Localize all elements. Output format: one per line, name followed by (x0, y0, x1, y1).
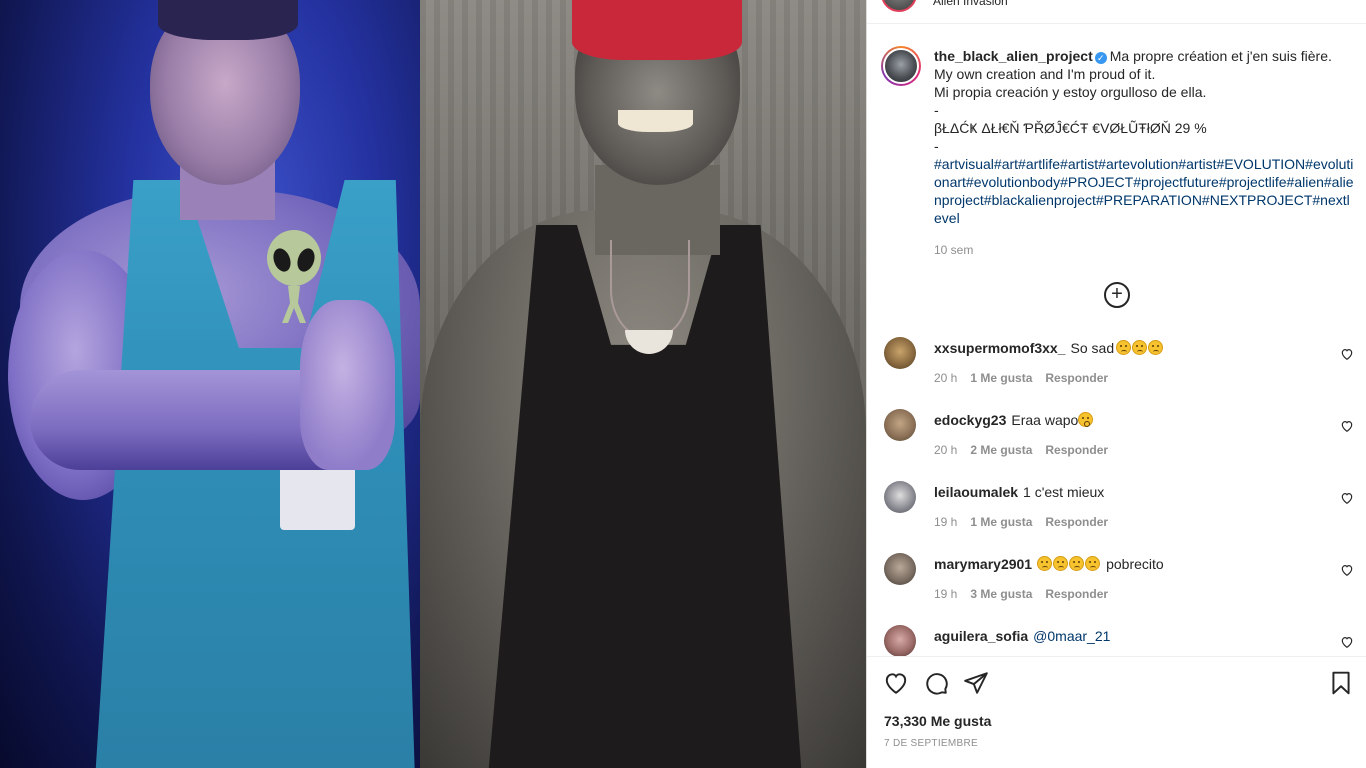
heart-icon[interactable] (1340, 419, 1354, 433)
comment-time: 20 h (934, 371, 958, 385)
caption-line: - (934, 138, 939, 154)
comment-text: Eraa wapo (1011, 412, 1079, 428)
comment-item: xxsupermomof3xx_ So sad 20 h 1 Me gusta Res… (867, 337, 1366, 409)
post-actions: 73,330 Me gusta 7 de septiembre (867, 656, 1366, 768)
caption-line: βŁΔĆҜ ΔŁł€Ň ƤŘØĴ€ĆŦ €VØŁŨŦłØŇ 29 % (934, 120, 1207, 136)
reply-button[interactable]: Responder (1045, 587, 1108, 601)
post-date[interactable]: 7 de septiembre (884, 738, 978, 749)
verified-badge-icon: ✓ (1094, 52, 1107, 64)
comment-time: 20 h (934, 443, 958, 457)
comment-likes[interactable]: 3 Me gusta (970, 587, 1032, 601)
commenter-avatar[interactable] (884, 337, 916, 369)
comment-bubble-icon[interactable] (923, 670, 949, 696)
comment-time: 19 h (934, 515, 958, 529)
comment-username[interactable]: edockyg23 (934, 412, 1006, 428)
caption-line: - (934, 102, 939, 118)
reply-button[interactable]: Responder (1045, 371, 1108, 385)
comment-item: marymary2901 pobrecito 19 h 3 Me gusta Resp… (867, 553, 1366, 625)
heart-icon[interactable] (1340, 491, 1354, 505)
comment-meta: 19 h 3 Me gusta Responder (934, 587, 1121, 601)
load-more-comments-button[interactable]: + (1104, 282, 1130, 308)
comment-meta: 19 h 1 Me gusta Responder (934, 515, 1121, 529)
comment-item: edockyg23 Eraa wapo 20 h 2 Me gusta Respond… (867, 409, 1366, 481)
caption-line: Mi propia creación y estoy orgulloso de … (934, 84, 1207, 100)
caption-line: Ma propre création et j'en suis fière. (1109, 48, 1332, 64)
comment-username[interactable]: xxsupermomof3xx_ (934, 340, 1066, 356)
comment-mention[interactable]: @0maar_21 (1033, 628, 1110, 644)
comment-username[interactable]: leilaoumalek (934, 484, 1018, 500)
author-avatar-header[interactable] (881, 0, 917, 12)
comment-time: 19 h (934, 587, 958, 601)
commenter-avatar[interactable] (884, 409, 916, 441)
sad-face-emoji-icon (1132, 340, 1148, 355)
caption-time: 10 sem (934, 243, 974, 257)
alien-sticker-icon (267, 230, 321, 323)
surprised-face-emoji-icon (1078, 412, 1094, 427)
comment-username[interactable]: marymary2901 (934, 556, 1032, 572)
photo-after-panel (420, 0, 866, 768)
comment-likes[interactable]: 1 Me gusta (970, 371, 1032, 385)
photo-before-panel (0, 0, 420, 768)
comments-scroll-area[interactable]: the_black_alien_project ✓ Ma propre créati… (867, 24, 1366, 656)
comment-text: pobrecito (1106, 556, 1164, 572)
post-photo[interactable] (0, 0, 866, 768)
caption-hashtags[interactable]: #artvisual#art#artlife#artist#artevoluti… (934, 156, 1353, 226)
commenter-avatar[interactable] (884, 625, 916, 656)
heart-icon[interactable] (1340, 347, 1354, 361)
post-location[interactable]: Alien Invasion (933, 0, 1008, 8)
comment-meta: 20 h 2 Me gusta Responder (934, 443, 1121, 457)
author-avatar[interactable] (881, 46, 921, 86)
sad-face-emoji-icon (1085, 556, 1101, 571)
reply-button[interactable]: Responder (1045, 443, 1108, 457)
comment-meta: 20 h 1 Me gusta Responder (934, 371, 1121, 385)
comment-username[interactable]: aguilera_sofia (934, 628, 1028, 644)
sad-face-emoji-icon (1116, 340, 1132, 355)
commenter-avatar[interactable] (884, 481, 916, 513)
comment-likes[interactable]: 1 Me gusta (970, 515, 1032, 529)
comment-text: 1 c'est mieux (1023, 484, 1105, 500)
post-caption: the_black_alien_project ✓ Ma propre créati… (934, 47, 1354, 227)
heart-icon[interactable] (1340, 563, 1354, 577)
likes-count[interactable]: 73,330 Me gusta (884, 713, 991, 729)
heart-icon[interactable] (1340, 635, 1354, 649)
comment-text: So sad (1070, 340, 1115, 356)
paper-plane-icon[interactable] (963, 670, 989, 696)
commenter-avatar[interactable] (884, 553, 916, 585)
sad-face-emoji-icon (1148, 340, 1164, 355)
post-sidebar: Alien Invasion the_black_alien_project ✓ M… (866, 0, 1366, 768)
reply-button[interactable]: Responder (1045, 515, 1108, 529)
sad-face-emoji-icon (1053, 556, 1069, 571)
comment-item: leilaoumalek 1 c'est mieux 19 h 1 Me gusta… (867, 481, 1366, 553)
author-username[interactable]: the_black_alien_project (934, 48, 1093, 64)
bookmark-icon[interactable] (1328, 670, 1354, 696)
comment-likes[interactable]: 2 Me gusta (970, 443, 1032, 457)
caption-line: My own creation and I'm proud of it. (934, 66, 1156, 82)
heart-icon[interactable] (883, 670, 909, 696)
sad-face-emoji-icon (1037, 556, 1053, 571)
post-header: Alien Invasion (867, 0, 1366, 24)
comment-item: aguilera_sofia @0maar_21 (867, 625, 1366, 656)
sad-face-emoji-icon (1069, 556, 1085, 571)
instagram-post-view: Alien Invasion the_black_alien_project ✓ M… (0, 0, 1366, 768)
